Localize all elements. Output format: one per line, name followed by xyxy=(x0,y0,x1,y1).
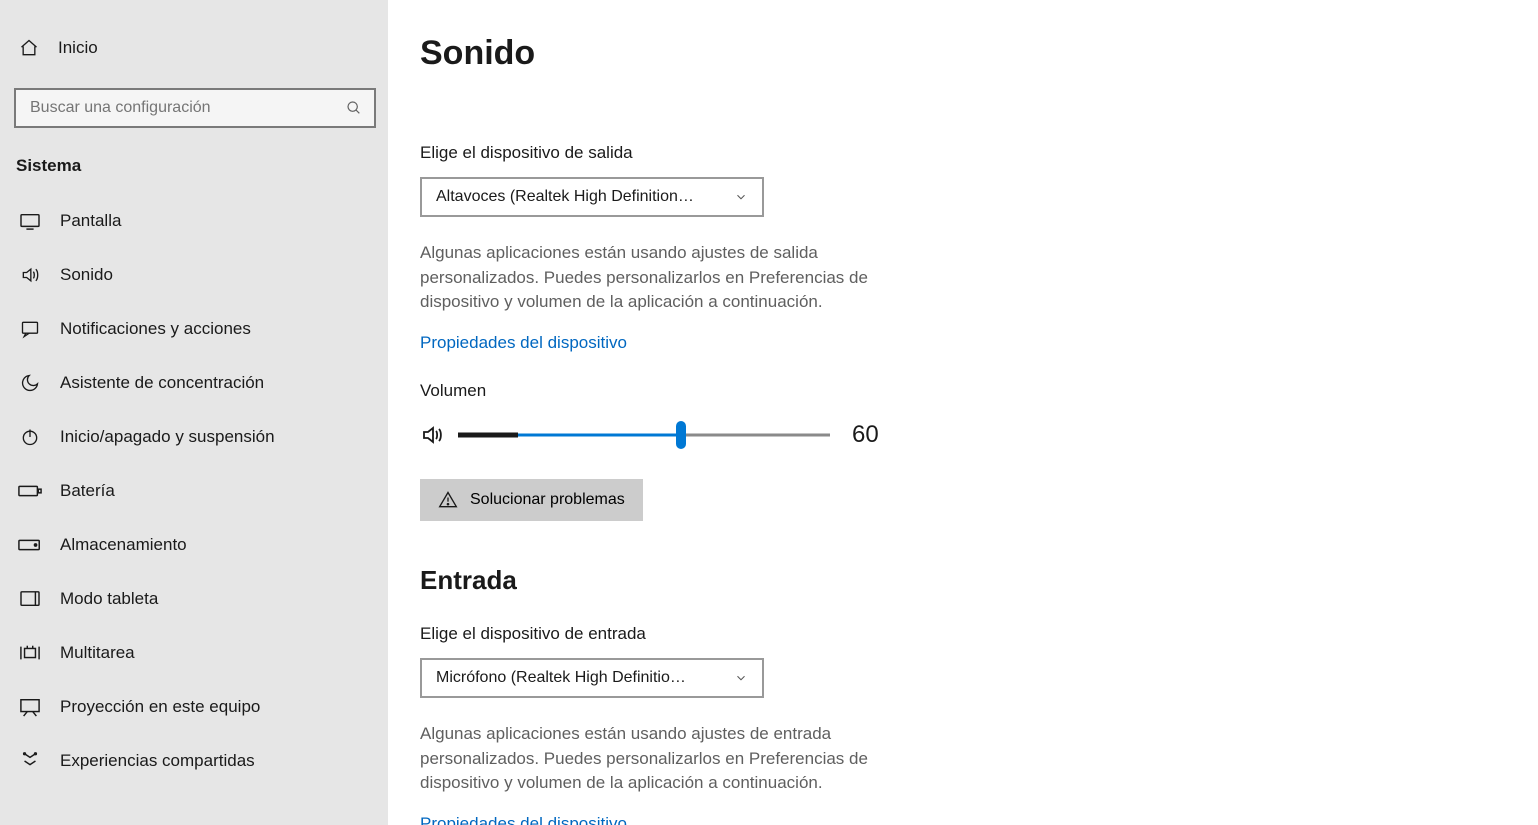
sidebar-nav: Pantalla Sonido Notificaciones y accione… xyxy=(14,194,376,788)
volume-slider[interactable] xyxy=(458,423,830,447)
sidebar-item-multitarea[interactable]: Multitarea xyxy=(14,626,376,680)
sidebar-item-label: Notificaciones y acciones xyxy=(60,319,251,339)
sound-icon xyxy=(18,265,42,285)
sidebar-item-label: Multitarea xyxy=(60,643,135,663)
volume-value: 60 xyxy=(852,421,879,449)
sidebar-item-label: Pantalla xyxy=(60,211,121,231)
sidebar-item-label: Sonido xyxy=(60,265,113,285)
output-description: Algunas aplicaciones están usando ajuste… xyxy=(420,241,900,315)
sidebar: Inicio Sistema Pantalla Sonido No xyxy=(0,0,388,825)
power-icon xyxy=(18,427,42,447)
battery-icon xyxy=(18,484,42,498)
input-device-dropdown[interactable]: Micrófono (Realtek High Definitio… xyxy=(420,658,764,698)
input-device-label: Elige el dispositivo de entrada xyxy=(420,624,1506,644)
output-device-dropdown[interactable]: Altavoces (Realtek High Definition… xyxy=(420,177,764,217)
storage-icon xyxy=(18,538,42,552)
moon-icon xyxy=(18,373,42,393)
output-device-value: Altavoces (Realtek High Definition… xyxy=(436,188,694,206)
sidebar-item-label: Asistente de concentración xyxy=(60,373,264,393)
tablet-icon xyxy=(18,590,42,608)
sidebar-item-inicio-apagado[interactable]: Inicio/apagado y suspensión xyxy=(14,410,376,464)
project-icon xyxy=(18,697,42,717)
warning-icon xyxy=(438,490,458,510)
home-icon xyxy=(18,38,40,58)
search-input[interactable] xyxy=(30,99,346,117)
sidebar-section-title: Sistema xyxy=(14,156,376,176)
sidebar-item-label: Experiencias compartidas xyxy=(60,751,255,771)
page-title: Sonido xyxy=(420,34,1506,73)
sidebar-item-bateria[interactable]: Batería xyxy=(14,464,376,518)
chevron-down-icon xyxy=(734,190,748,204)
troubleshoot-button[interactable]: Solucionar problemas xyxy=(420,479,643,521)
volume-control: 60 xyxy=(420,421,1506,449)
output-device-label: Elige el dispositivo de salida xyxy=(420,143,1506,163)
volume-label: Volumen xyxy=(420,381,1506,401)
sidebar-item-pantalla[interactable]: Pantalla xyxy=(14,194,376,248)
sidebar-item-label: Modo tableta xyxy=(60,589,158,609)
home-label: Inicio xyxy=(58,38,98,58)
sidebar-item-asistente[interactable]: Asistente de concentración xyxy=(14,356,376,410)
sidebar-item-label: Proyección en este equipo xyxy=(60,697,260,717)
main-content: Sonido Elige el dispositivo de salida Al… xyxy=(388,0,1538,825)
sidebar-item-proyeccion[interactable]: Proyección en este equipo xyxy=(14,680,376,734)
search-icon xyxy=(346,100,362,116)
sidebar-item-notificaciones[interactable]: Notificaciones y acciones xyxy=(14,302,376,356)
sidebar-item-label: Almacenamiento xyxy=(60,535,187,555)
sidebar-item-label: Batería xyxy=(60,481,115,501)
search-input-container[interactable] xyxy=(14,88,376,128)
sidebar-item-almacenamiento[interactable]: Almacenamiento xyxy=(14,518,376,572)
shared-icon xyxy=(18,751,42,771)
output-device-properties-link[interactable]: Propiedades del dispositivo xyxy=(420,333,627,353)
input-heading: Entrada xyxy=(420,565,1506,596)
sidebar-item-modo-tableta[interactable]: Modo tableta xyxy=(14,572,376,626)
speaker-icon xyxy=(420,423,444,447)
multi-icon xyxy=(18,643,42,663)
notify-icon xyxy=(18,319,42,339)
slider-fill-dark xyxy=(458,432,518,437)
sidebar-item-sonido[interactable]: Sonido xyxy=(14,248,376,302)
home-link[interactable]: Inicio xyxy=(14,30,376,66)
display-icon xyxy=(18,212,42,230)
input-description: Algunas aplicaciones están usando ajuste… xyxy=(420,722,900,796)
sidebar-item-experiencias[interactable]: Experiencias compartidas xyxy=(14,734,376,788)
input-device-properties-link[interactable]: Propiedades del dispositivo xyxy=(420,814,627,825)
input-device-value: Micrófono (Realtek High Definitio… xyxy=(436,669,686,687)
chevron-down-icon xyxy=(734,671,748,685)
slider-thumb[interactable] xyxy=(676,421,686,449)
troubleshoot-label: Solucionar problemas xyxy=(470,491,625,509)
sidebar-item-label: Inicio/apagado y suspensión xyxy=(60,427,275,447)
